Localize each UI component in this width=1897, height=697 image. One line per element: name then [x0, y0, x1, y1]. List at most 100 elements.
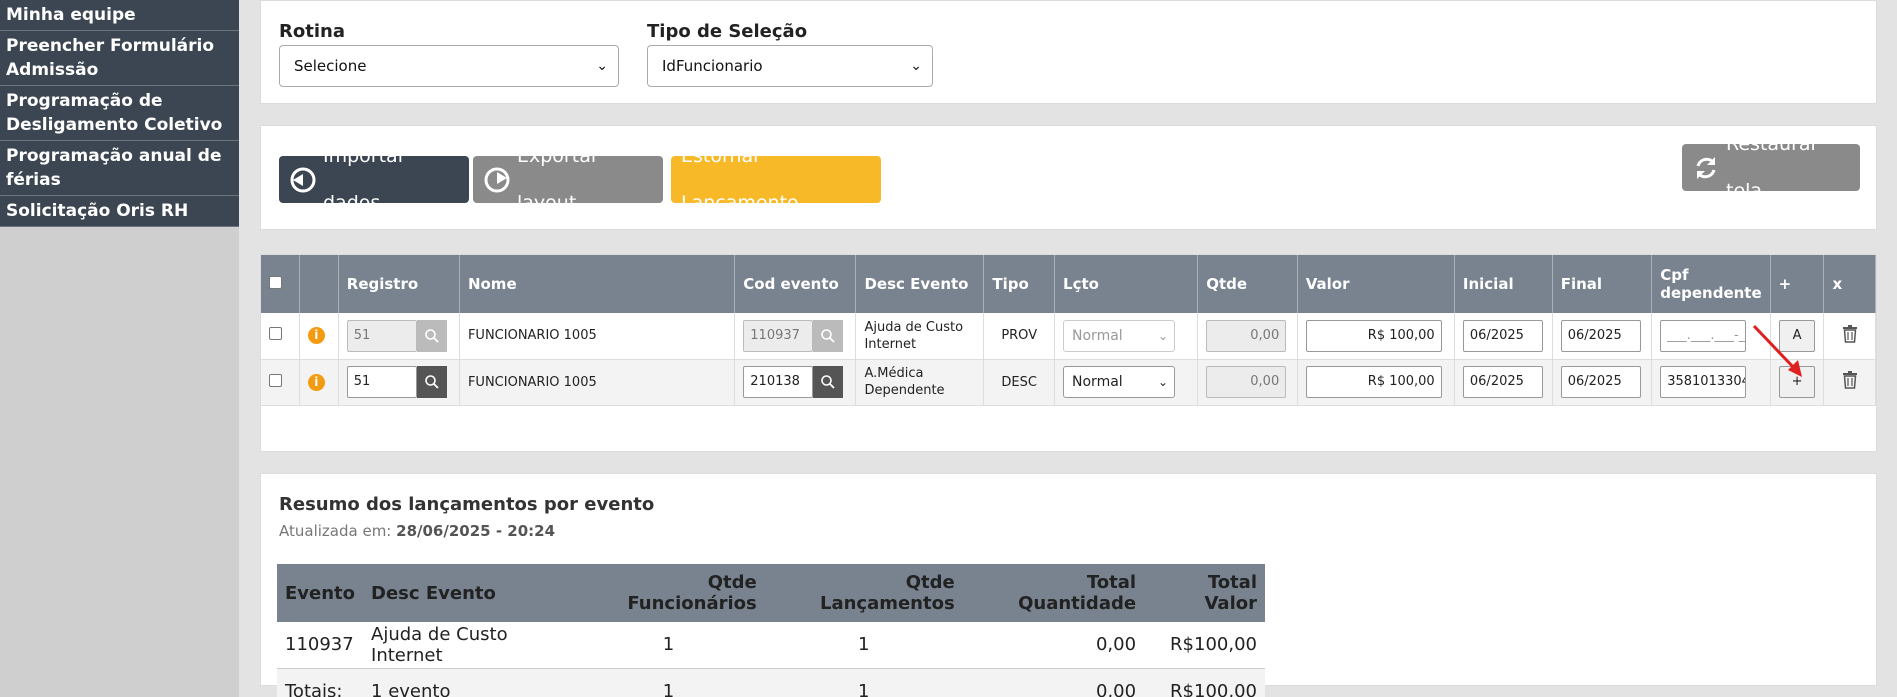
summary-header-evento: Evento — [285, 582, 356, 604]
nome-cell: FUNCIONARIO 1005 — [459, 313, 736, 360]
estornar-lancamento-button[interactable]: Estornar Lançamento — [671, 145, 881, 214]
rotina-label: Rotina — [279, 21, 345, 42]
header-final: Final — [1552, 255, 1653, 313]
summary-totals-total-valor: R$100,00 — [1170, 680, 1257, 697]
summary-totals-row: Totais: 1 evento 1 1 0,00 R$100,00 — [277, 668, 1265, 697]
desc-evento-cell: A.Médica Dependente — [855, 359, 985, 406]
info-icon[interactable]: i — [307, 373, 325, 391]
header-inicial: Inicial — [1454, 255, 1553, 313]
sidebar-item-desligamento-coletivo[interactable]: Programação de Desligamento Coletivo — [0, 86, 239, 141]
valor-input[interactable]: R$ 100,00 — [1305, 319, 1442, 352]
registro-input[interactable]: 51 — [346, 366, 417, 398]
header-cpf-dependente: Cpf dependente — [1651, 255, 1771, 313]
select-all-checkbox[interactable] — [269, 276, 282, 289]
summary-qtde-func: 1 — [572, 622, 765, 669]
cod-evento-input[interactable]: 210138 — [743, 366, 814, 398]
header-remove: x — [1823, 255, 1876, 313]
search-icon[interactable] — [416, 319, 447, 352]
info-icon[interactable]: i — [307, 327, 325, 345]
registro-lookup: 51 — [346, 366, 447, 398]
registro-lookup: 51 — [346, 319, 447, 352]
table-header-row: Registro Nome Cod evento Desc Evento Tip… — [261, 255, 1876, 313]
summary-table: Evento Desc Evento Qtde Funcionários Qtd… — [277, 564, 1265, 697]
export-icon — [484, 167, 510, 192]
chevron-down-icon: ⌄ — [910, 58, 922, 74]
lcto-select-value: Normal — [1072, 374, 1123, 390]
row-checkbox[interactable] — [269, 373, 282, 387]
header-add: + — [1770, 255, 1825, 313]
row-checkbox[interactable] — [269, 327, 282, 341]
tipo-cell: PROV — [983, 313, 1056, 360]
desc-evento-cell: Ajuda de Custo Internet — [855, 313, 985, 360]
summary-total-qtd: 0,00 — [962, 622, 1145, 669]
header-desc-evento: Desc Evento — [855, 255, 985, 313]
search-icon[interactable] — [813, 366, 844, 398]
refresh-icon — [1696, 156, 1716, 179]
annotation-arrow — [1752, 324, 1802, 377]
summary-updated: Atualizada em: 28/06/2025 - 20:24 — [279, 522, 555, 540]
tipo-selecao-label: Tipo de Seleção — [647, 21, 808, 42]
summary-evento: 110937 — [277, 622, 364, 669]
summary-title: Resumo dos lançamentos por evento — [279, 494, 655, 515]
table-row: i 51 FUNCIONARIO 1005 210138 A.Médica De… — [261, 359, 1876, 406]
inicial-input[interactable]: 06/2025 — [1462, 366, 1543, 398]
inicial-input[interactable]: 06/2025 — [1462, 319, 1543, 352]
qtde-input[interactable]: 0,00 — [1206, 319, 1287, 352]
summary-header-total-qtd: Total Quantidade — [1018, 572, 1137, 614]
cod-evento-lookup: 210138 — [743, 366, 844, 398]
tipo-cell: DESC — [983, 359, 1056, 406]
restaurar-tela-button[interactable]: Restaurar tela — [1682, 133, 1860, 202]
chevron-down-icon: ⌄ — [1157, 328, 1169, 343]
summary-totals-qtde-lanc: 1 — [857, 680, 870, 697]
valor-input[interactable]: R$ 100,00 — [1305, 366, 1442, 398]
summary-header-qtde-lanc: Qtde Lançamentos — [819, 572, 955, 614]
actions-panel: Importar dados Exportar layout Estornar … — [260, 125, 1877, 230]
tipo-selecao-select[interactable]: IdFuncionario ⌄ — [647, 45, 933, 87]
export-layout-label: Exportar layout — [517, 144, 599, 214]
lcto-select-value: Normal — [1072, 327, 1123, 344]
cod-evento-lookup: 110937 — [743, 319, 844, 352]
info-header — [299, 255, 339, 313]
chevron-down-icon: ⌄ — [1157, 375, 1169, 389]
summary-updated-label: Atualizada em: — [279, 522, 392, 540]
nome-cell: FUNCIONARIO 1005 — [459, 359, 736, 406]
cod-evento-input[interactable]: 110937 — [743, 319, 814, 352]
final-input[interactable]: 06/2025 — [1560, 366, 1641, 398]
estornar-lancamento-label: Estornar Lançamento — [681, 144, 799, 214]
lcto-select[interactable]: Normal ⌄ — [1063, 366, 1176, 398]
search-icon[interactable] — [416, 366, 447, 398]
summary-updated-value: 28/06/2025 - 20:24 — [396, 522, 556, 540]
header-registro: Registro — [338, 255, 460, 313]
trash-icon[interactable] — [1842, 324, 1858, 347]
header-qtde: Qtde — [1197, 255, 1298, 313]
table-row: i 51 FUNCIONARIO 1005 110937 Ajuda de Cu… — [261, 313, 1876, 360]
sidebar: Minha equipe Preencher Formulário Admiss… — [0, 0, 239, 697]
cpf-input[interactable]: 3581013304 — [1660, 366, 1747, 398]
search-icon[interactable] — [813, 319, 844, 352]
trash-icon[interactable] — [1842, 371, 1858, 393]
lcto-select[interactable]: Normal ⌄ — [1063, 319, 1176, 352]
summary-header-total-valor: Total Valor — [1204, 572, 1257, 614]
import-data-button[interactable]: Importar dados — [279, 145, 469, 214]
select-all-cell — [261, 255, 300, 313]
cpf-input[interactable]: ___.___.___-__ — [1660, 319, 1747, 352]
export-layout-button[interactable]: Exportar layout — [473, 145, 663, 214]
filters-panel: Rotina Selecione ⌄ Tipo de Seleção IdFun… — [260, 0, 1877, 104]
rotina-select-value: Selecione — [294, 57, 367, 75]
summary-header-qtde-func: Qtde Funcionários — [627, 572, 757, 614]
summary-header-desc: Desc Evento — [371, 582, 496, 604]
sidebar-item-solicitacao-oris[interactable]: Solicitação Oris RH — [0, 196, 239, 227]
rotina-select[interactable]: Selecione ⌄ — [279, 45, 619, 87]
sidebar-item-formulario-admissao[interactable]: Preencher Formulário Admissão — [0, 31, 239, 86]
summary-totals-desc: 1 evento — [371, 680, 451, 697]
final-input[interactable]: 06/2025 — [1560, 319, 1641, 352]
import-data-label: Importar dados — [323, 144, 406, 214]
import-icon — [290, 167, 316, 192]
lancamentos-table: Registro Nome Cod evento Desc Evento Tip… — [261, 255, 1876, 406]
sidebar-item-programacao-ferias[interactable]: Programação anual de férias — [0, 141, 239, 196]
registro-input[interactable]: 51 — [346, 319, 417, 352]
summary-desc: Ajuda de Custo Internet — [363, 622, 573, 669]
tipo-selecao-value: IdFuncionario — [662, 57, 763, 75]
sidebar-item-minha-equipe[interactable]: Minha equipe — [0, 0, 239, 31]
qtde-input[interactable]: 0,00 — [1206, 366, 1287, 398]
